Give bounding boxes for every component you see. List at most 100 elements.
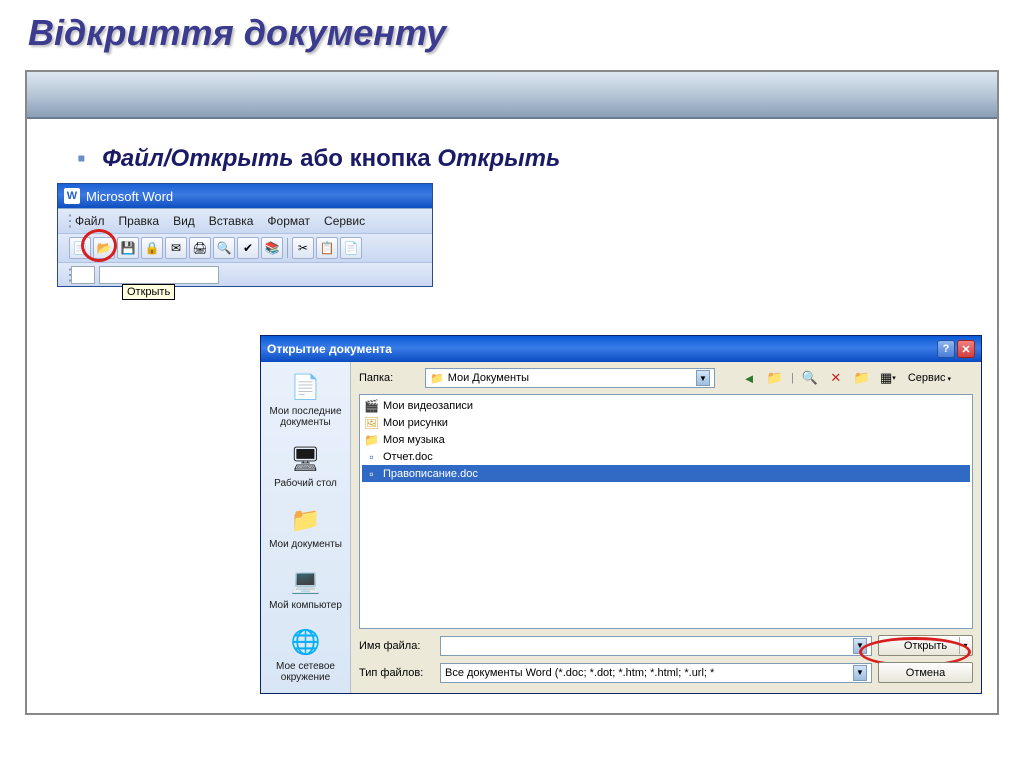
filetype-value: Все документы Word (*.doc; *.dot; *.htm;… (445, 667, 714, 679)
place-desktop[interactable]: 🖥 Рабочий стол (263, 440, 348, 493)
dialog-help-button[interactable]: ? (937, 340, 955, 358)
gripper-icon: ⋮ (62, 238, 67, 258)
word-menubar: ⋮ Файл Правка Вид Вставка Формат Сервис (58, 208, 432, 233)
instruction-text: ▪ Файл/Открыть або кнопка Открыть (57, 139, 967, 183)
folder-label: Папка: (359, 372, 419, 384)
new-folder-button[interactable]: 📁 (852, 368, 872, 388)
open-button-label: Открыть (904, 640, 947, 652)
dialog-title: Открытие документа (267, 342, 392, 356)
dialog-toolbar: Папка: 📁 Мои Документы ▼ ◄ 📁 | 🔍 ✕ 📁 ▦▾ … (351, 362, 981, 394)
menu-insert[interactable]: Вставка (203, 212, 260, 230)
font-selector[interactable] (99, 266, 219, 284)
places-bar: 📄 Мои последние документы 🖥 Рабочий стол… (261, 362, 351, 693)
file-item-spelling[interactable]: ▫ Правописание.doc (362, 465, 970, 482)
word-window: W Microsoft Word ⋮ Файл Правка Вид Встав… (57, 183, 433, 287)
chevron-down-icon: ▼ (853, 638, 867, 654)
folder-icon: 📁 (364, 432, 379, 447)
open-button[interactable]: 📂 (93, 237, 115, 259)
file-list[interactable]: 🎬 Мои видеозаписи 🖼 Мои рисунки 📁 Моя му… (359, 394, 973, 629)
separator (287, 238, 288, 258)
file-label: Мои рисунки (383, 417, 448, 429)
new-doc-button[interactable]: 📄 (69, 237, 91, 259)
place-label: Рабочий стол (274, 478, 337, 489)
folder-value: Мои Документы (448, 372, 529, 384)
word-formatbar: ⋮ (58, 262, 432, 286)
menu-edit[interactable]: Правка (113, 212, 166, 230)
gripper-icon: ⋮ (62, 265, 67, 285)
open-tooltip: Открыть (122, 284, 175, 300)
place-mycomp[interactable]: 💻 Мой компьютер (263, 562, 348, 615)
style-selector[interactable] (71, 266, 95, 284)
copy-button[interactable]: 📋 (316, 237, 338, 259)
search-button[interactable]: 🔍 (800, 368, 820, 388)
folder-icon: 🖼 (364, 415, 379, 430)
instruction-italic: Открыть (437, 145, 560, 172)
preview-button[interactable]: 🔍 (213, 237, 235, 259)
bullet-icon: ▪ (77, 145, 86, 172)
network-icon: 🌐 (290, 627, 322, 659)
place-label: Мои последние документы (263, 406, 348, 428)
dialog-bottom: Имя файла: ▼ Открыть ▾ Тип файлов: (351, 629, 981, 693)
menu-view[interactable]: Вид (167, 212, 201, 230)
menu-tools[interactable]: Сервис (318, 212, 371, 230)
paste-button[interactable]: 📄 (340, 237, 362, 259)
filename-input[interactable]: ▼ (440, 636, 872, 656)
gripper-icon: ⋮ (62, 211, 67, 231)
header-band (27, 72, 997, 119)
open-dialog: Открытие документа ? ✕ 📄 Мои последние д… (260, 335, 982, 694)
chevron-down-icon: ▼ (696, 370, 710, 386)
service-menu[interactable]: Сервис ▾ (904, 372, 955, 384)
desktop-icon: 🖥 (290, 444, 322, 476)
place-label: Мои документы (269, 539, 342, 550)
instruction-label: або кнопка (293, 145, 437, 172)
research-button[interactable]: 📚 (261, 237, 283, 259)
file-label: Отчет.doc (383, 451, 433, 463)
file-item-pictures[interactable]: 🖼 Мои рисунки (362, 414, 970, 431)
file-item-videos[interactable]: 🎬 Мои видеозаписи (362, 397, 970, 414)
menu-format[interactable]: Формат (261, 212, 316, 230)
place-label: Мой компьютер (269, 600, 342, 611)
mycomp-icon: 💻 (290, 566, 322, 598)
up-button[interactable]: 📁 (765, 368, 785, 388)
chevron-down-icon: ▼ (853, 665, 867, 681)
place-network[interactable]: 🌐 Мое сетевое окружение (263, 623, 348, 687)
word-toolbar: ⋮ 📄 📂 💾 🔒 ✉ 🖨 🔍 ✔ 📚 ✂ 📋 📄 (58, 233, 432, 262)
spelling-button[interactable]: ✔ (237, 237, 259, 259)
word-icon: W (64, 188, 80, 204)
open-action-button[interactable]: Открыть ▾ (878, 635, 973, 656)
delete-button[interactable]: ✕ (826, 368, 846, 388)
folder-dropdown[interactable]: 📁 Мои Документы ▼ (425, 368, 715, 388)
save-button[interactable]: 💾 (117, 237, 139, 259)
folder-icon: 🎬 (364, 398, 379, 413)
menu-file[interactable]: Файл (69, 212, 111, 230)
file-item-music[interactable]: 📁 Моя музыка (362, 431, 970, 448)
file-label: Мои видеозаписи (383, 400, 473, 412)
place-recent[interactable]: 📄 Мои последние документы (263, 368, 348, 432)
cancel-button-label: Отмена (906, 667, 945, 679)
mail-button[interactable]: ✉ (165, 237, 187, 259)
dialog-titlebar: Открытие документа ? ✕ (261, 336, 981, 362)
word-app-title: Microsoft Word (86, 189, 173, 204)
doc-icon: ▫ (364, 449, 379, 464)
split-arrow-icon[interactable]: ▾ (959, 637, 971, 654)
recent-icon: 📄 (290, 372, 322, 404)
mydocs-icon: 📁 (290, 505, 322, 537)
filetype-label: Тип файлов: (359, 667, 434, 679)
views-button[interactable]: ▦▾ (878, 368, 898, 388)
cut-button[interactable]: ✂ (292, 237, 314, 259)
back-button[interactable]: ◄ (739, 368, 759, 388)
dialog-close-button[interactable]: ✕ (957, 340, 975, 358)
permission-button[interactable]: 🔒 (141, 237, 163, 259)
file-label: Моя музыка (383, 434, 445, 446)
doc-icon: ▫ (364, 466, 379, 481)
file-item-report[interactable]: ▫ Отчет.doc (362, 448, 970, 465)
print-button[interactable]: 🖨 (189, 237, 211, 259)
file-label: Правописание.doc (383, 468, 478, 480)
cancel-action-button[interactable]: Отмена (878, 662, 973, 683)
folder-icon: 📁 (430, 372, 444, 385)
place-mydocs[interactable]: 📁 Мои документы (263, 501, 348, 554)
word-titlebar: W Microsoft Word (58, 184, 432, 208)
slide-title: Відкриття документу (0, 0, 1024, 62)
place-label: Мое сетевое окружение (263, 661, 348, 683)
filetype-dropdown[interactable]: Все документы Word (*.doc; *.dot; *.htm;… (440, 663, 872, 683)
